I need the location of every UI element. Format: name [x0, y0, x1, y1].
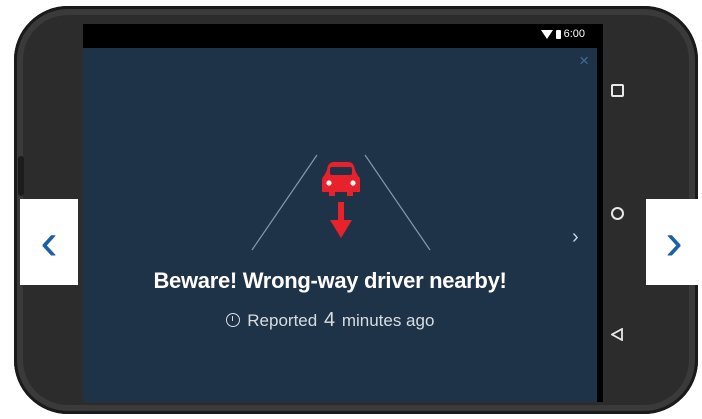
chevron-left-icon: ‹ [40, 213, 58, 271]
reported-number: 4 [323, 309, 336, 331]
arrow-down-icon [330, 202, 352, 238]
circle-icon [610, 206, 624, 220]
back-button[interactable] [606, 323, 628, 345]
chevron-right-icon[interactable]: › [572, 226, 579, 249]
road-line-right [364, 154, 431, 251]
square-icon [610, 83, 624, 97]
chevron-right-icon: › [665, 213, 683, 271]
status-bar: 6:00 [83, 24, 603, 48]
reported-prefix: Reported [247, 311, 318, 330]
wifi-icon [540, 29, 553, 39]
car-icon [322, 162, 360, 196]
reported-time: Reported 4 minutes ago [150, 309, 510, 332]
road-line-left [251, 154, 318, 251]
home-button[interactable] [606, 202, 628, 224]
carousel-prev-button[interactable]: ‹ [20, 199, 78, 285]
phone-side-button [18, 156, 24, 196]
back-triangle-icon [611, 327, 623, 341]
battery-icon [555, 29, 561, 39]
recent-apps-button[interactable] [606, 79, 628, 101]
status-icons: 6:00 [540, 28, 585, 40]
alert-title: Beware! Wrong-way driver nearby! [153, 268, 507, 293]
wrong-way-illustration [251, 154, 431, 251]
status-time: 6:00 [563, 28, 585, 40]
screen-edge [597, 48, 603, 402]
reported-suffix: minutes ago [341, 311, 435, 330]
carousel-next-button[interactable]: › [646, 199, 702, 285]
close-icon[interactable]: × [579, 52, 589, 69]
clock-icon [225, 313, 240, 327]
